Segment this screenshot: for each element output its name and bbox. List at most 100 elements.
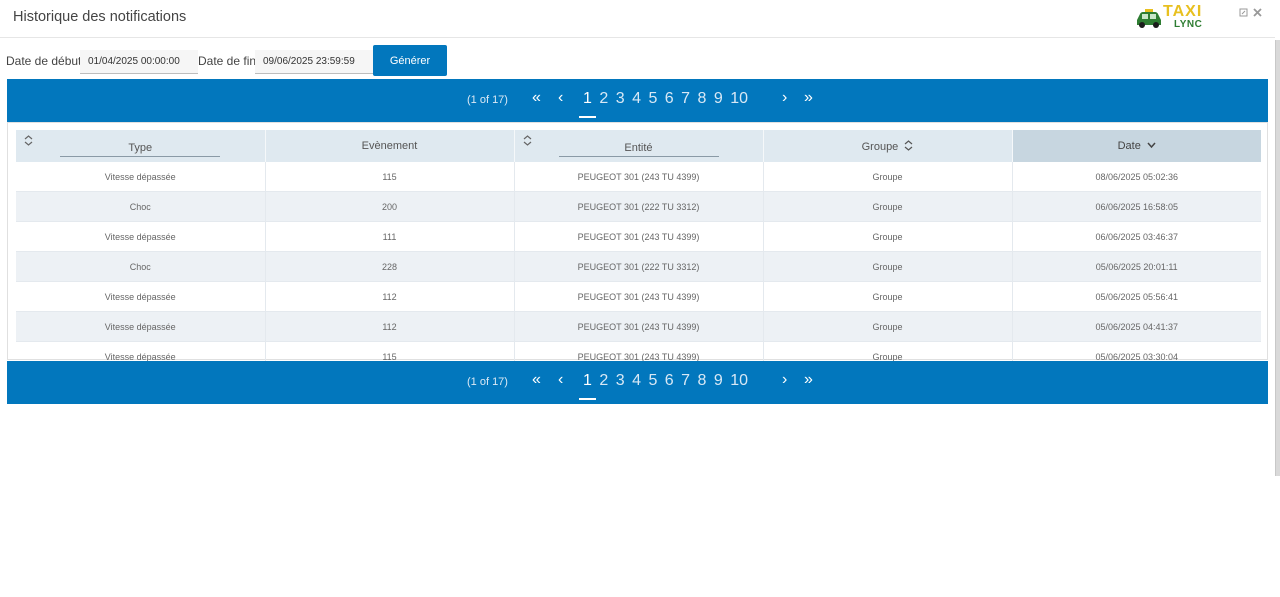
page-link[interactable]: 1 <box>579 372 596 400</box>
next-page-button[interactable]: › <box>782 89 787 107</box>
page-link[interactable]: 3 <box>616 372 625 390</box>
first-page-button[interactable]: « <box>532 371 541 389</box>
cell-date: 06/06/2025 16:58:05 <box>1012 191 1261 222</box>
window-buttons <box>1239 8 1264 20</box>
close-icon[interactable] <box>1253 8 1262 20</box>
first-page-button[interactable]: « <box>532 89 541 107</box>
cell-event: 115 <box>265 162 515 192</box>
notifications-dialog: Historique des notifications TAXI LYNC D… <box>0 0 1275 597</box>
page-link[interactable]: 6 <box>665 90 674 108</box>
column-filter-type[interactable]: Type <box>60 136 221 157</box>
column-header-type[interactable]: Type <box>16 130 266 162</box>
sort-icon[interactable] <box>24 135 33 148</box>
cell-entity: PEUGEOT 301 (243 TU 4399) <box>514 162 764 192</box>
column-label-date: Date <box>1117 140 1141 152</box>
page-link[interactable]: 5 <box>648 372 657 390</box>
logo-lync-text: LYNC <box>1174 19 1203 30</box>
cell-type: Vitesse dépassée <box>16 281 266 312</box>
page-count: (1 of 17) <box>467 94 508 106</box>
cell-group: Groupe <box>763 191 1013 222</box>
page-link[interactable]: 4 <box>632 372 641 390</box>
sort-icon[interactable] <box>904 139 913 151</box>
column-header-date[interactable]: Date <box>1012 130 1261 162</box>
prev-page-button[interactable]: ‹ <box>558 371 563 389</box>
end-date-label: Date de fin <box>198 54 257 68</box>
cell-entity: PEUGEOT 301 (243 TU 4399) <box>514 281 764 312</box>
paginator-bottom: (1 of 17) « ‹ 1 2 3 4 5 6 7 8 9 10 › » <box>7 361 1268 404</box>
dialog-header: Historique des notifications TAXI LYNC <box>0 0 1275 38</box>
cell-entity: PEUGEOT 301 (222 TU 3312) <box>514 191 764 222</box>
generate-button[interactable]: Générer <box>373 45 447 76</box>
cell-entity: PEUGEOT 301 (222 TU 3312) <box>514 251 764 282</box>
page-link[interactable]: 8 <box>698 90 707 108</box>
column-header-event[interactable]: Evènement <box>265 130 515 162</box>
page-link[interactable]: 9 <box>714 372 723 390</box>
cell-event: 228 <box>265 251 515 282</box>
cell-group: Groupe <box>763 162 1013 192</box>
column-label-event: Evènement <box>361 140 418 152</box>
last-page-button[interactable]: » <box>804 89 813 107</box>
next-page-button[interactable]: › <box>782 371 787 389</box>
page-link[interactable]: 8 <box>698 372 707 390</box>
table-row[interactable]: Choc 200 PEUGEOT 301 (222 TU 3312) Group… <box>16 191 1261 222</box>
page-link[interactable]: 10 <box>730 90 748 108</box>
cell-date: 05/06/2025 05:56:41 <box>1012 281 1261 312</box>
cell-group: Groupe <box>763 281 1013 312</box>
taxi-lync-logo: TAXI LYNC <box>1134 2 1214 34</box>
background-window-edge <box>1275 40 1280 476</box>
cell-type: Vitesse dépassée <box>16 311 266 342</box>
taxi-car-icon <box>1137 9 1161 28</box>
prev-page-button[interactable]: ‹ <box>558 89 563 107</box>
page-link[interactable]: 4 <box>632 90 641 108</box>
cell-event: 111 <box>265 221 515 252</box>
cell-date: 08/06/2025 05:02:36 <box>1012 162 1261 192</box>
cell-group: Groupe <box>763 221 1013 252</box>
table-row[interactable]: Vitesse dépassée 115 PEUGEOT 301 (243 TU… <box>16 162 1261 192</box>
column-header-entity[interactable]: Entité <box>514 130 764 162</box>
table-row[interactable]: Vitesse dépassée 112 PEUGEOT 301 (243 TU… <box>16 311 1261 342</box>
page-link[interactable]: 7 <box>681 90 690 108</box>
page-count: (1 of 17) <box>467 376 508 388</box>
cell-date: 05/06/2025 20:01:11 <box>1012 251 1261 282</box>
page-link[interactable]: 10 <box>730 372 748 390</box>
column-label-group: Groupe <box>861 140 899 153</box>
cell-event: 112 <box>265 311 515 342</box>
sort-icon[interactable] <box>523 135 532 148</box>
cell-type: Vitesse dépassée <box>16 162 266 192</box>
cell-type: Choc <box>16 251 266 282</box>
cell-group: Groupe <box>763 251 1013 282</box>
table-header-row: Type Evènement Entité Groupe Date <box>16 130 1261 162</box>
page-link[interactable]: 5 <box>648 90 657 108</box>
last-page-button[interactable]: » <box>804 371 813 389</box>
table-row[interactable]: Choc 228 PEUGEOT 301 (222 TU 3312) Group… <box>16 251 1261 282</box>
page-link[interactable]: 6 <box>665 372 674 390</box>
page-link[interactable]: 7 <box>681 372 690 390</box>
start-date-label: Date de début <box>6 54 82 68</box>
page-links: 1 2 3 4 5 6 7 8 9 10 <box>579 90 751 118</box>
page-link[interactable]: 3 <box>616 90 625 108</box>
page-link[interactable]: 9 <box>714 90 723 108</box>
date-filters: Date de début Date de fin Générer <box>0 45 600 76</box>
page-links: 1 2 3 4 5 6 7 8 9 10 <box>579 372 751 400</box>
cell-entity: PEUGEOT 301 (243 TU 4399) <box>514 311 764 342</box>
notifications-table: Type Evènement Entité Groupe Date Vitess… <box>16 130 1261 372</box>
table-row[interactable]: Vitesse dépassée 112 PEUGEOT 301 (243 TU… <box>16 281 1261 312</box>
cell-entity: PEUGEOT 301 (243 TU 4399) <box>514 221 764 252</box>
sort-desc-icon[interactable] <box>1147 142 1156 149</box>
page-link[interactable]: 2 <box>599 372 608 390</box>
cell-group: Groupe <box>763 311 1013 342</box>
column-header-group[interactable]: Groupe <box>763 130 1013 162</box>
start-date-input[interactable] <box>80 50 198 74</box>
paginator-top: (1 of 17) « ‹ 1 2 3 4 5 6 7 8 9 10 › » <box>7 79 1268 122</box>
cell-event: 200 <box>265 191 515 222</box>
cell-date: 05/06/2025 04:41:37 <box>1012 311 1261 342</box>
end-date-input[interactable] <box>255 50 373 74</box>
page-link[interactable]: 1 <box>579 90 596 118</box>
cell-type: Choc <box>16 191 266 222</box>
notifications-table-container: Type Evènement Entité Groupe Date Vitess… <box>7 122 1268 372</box>
column-filter-entity[interactable]: Entité <box>558 136 719 157</box>
cell-date: 06/06/2025 03:46:37 <box>1012 221 1261 252</box>
restore-icon[interactable] <box>1239 8 1248 20</box>
page-link[interactable]: 2 <box>599 90 608 108</box>
table-row[interactable]: Vitesse dépassée 111 PEUGEOT 301 (243 TU… <box>16 221 1261 252</box>
